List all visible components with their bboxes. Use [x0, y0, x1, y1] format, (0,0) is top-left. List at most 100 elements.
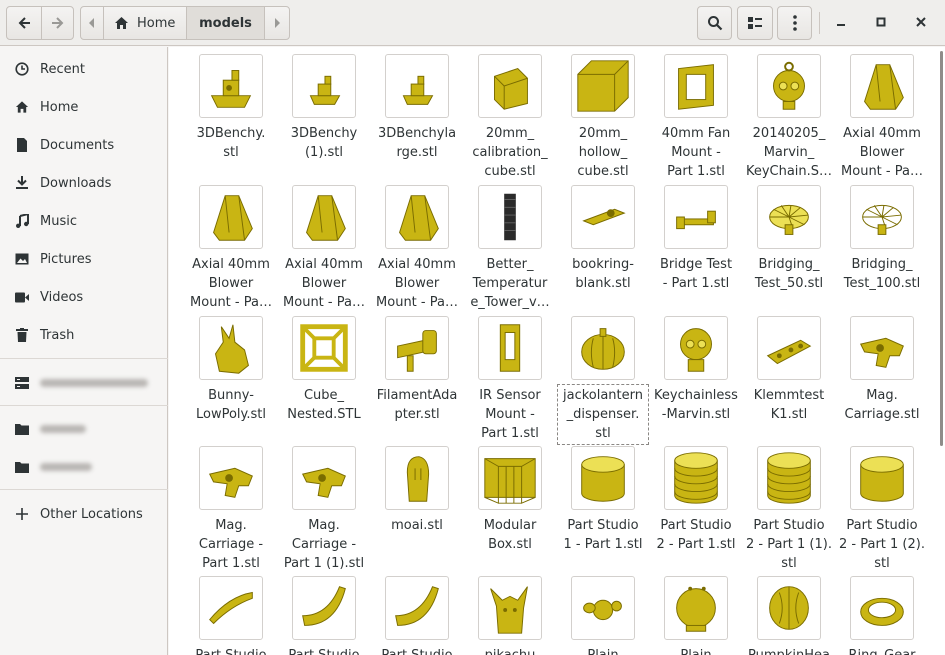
file-name: Axial 40mm Blower Mount - Pa…	[190, 257, 272, 310]
chevron-right-icon	[273, 18, 281, 28]
sidebar-item-videos[interactable]: Videos	[0, 279, 168, 315]
forward-button[interactable]	[41, 6, 74, 40]
file-thumbnail	[385, 316, 449, 380]
scrollbar[interactable]	[940, 51, 943, 446]
sidebar-item-label: Documents	[40, 137, 115, 153]
file-item[interactable]: Mag. Carriage - Part 1 (1).stl	[280, 446, 368, 573]
file-item[interactable]: PumpkinHea	[745, 576, 833, 655]
breadcrumb-scroll-right[interactable]	[264, 6, 290, 40]
file-item[interactable]: Bridging_ Test_50.stl	[745, 185, 833, 293]
file-item[interactable]: Klemmtest K1.stl	[745, 316, 833, 424]
model-boat-icon	[210, 70, 252, 108]
file-item[interactable]: Axial 40mm Blower Mount - Pa…	[838, 54, 926, 181]
file-item[interactable]: Part Studio 2 - Part 1 (2). stl	[838, 446, 926, 573]
file-item[interactable]: Mag. Carriage - Part 1.stl	[187, 446, 275, 573]
file-item[interactable]: Part Studio	[373, 576, 461, 655]
file-name: Axial 40mm Blower Mount - Pa…	[841, 126, 923, 179]
menu-button[interactable]	[777, 6, 812, 40]
file-item[interactable]: Keychainless -Marvin.stl	[652, 316, 740, 424]
sidebar-item-recent[interactable]: Recent	[0, 51, 168, 87]
header-separator	[819, 12, 820, 34]
file-item[interactable]: Better_ Temperatur e_Tower_v…	[466, 185, 554, 312]
sidebar-item-bookmark-1[interactable]	[0, 411, 168, 447]
file-item[interactable]: pikachu	[466, 576, 554, 655]
file-thumbnail	[850, 185, 914, 249]
back-button[interactable]	[6, 6, 42, 40]
file-name: PumpkinHea	[745, 646, 833, 655]
file-name: Cube_ Nested.STL	[287, 388, 361, 422]
file-item[interactable]: Cube_ Nested.STL	[280, 316, 368, 424]
file-item[interactable]: 20mm_ hollow_ cube.stl	[559, 54, 647, 181]
sidebar-item-trash[interactable]: Trash	[0, 317, 168, 353]
sidebar-item-other-locations[interactable]: Other Locations	[0, 496, 168, 532]
sidebar-item-downloads[interactable]: Downloads	[0, 165, 168, 201]
file-item[interactable]: Part Studio	[187, 576, 275, 655]
file-thumbnail	[385, 446, 449, 510]
file-item[interactable]: 3DBenchyla rge.stl	[373, 54, 461, 162]
sidebar-item-documents[interactable]: Documents	[0, 127, 168, 163]
file-thumbnail	[385, 576, 449, 640]
redacted-drive-label	[40, 379, 148, 387]
close-icon	[916, 16, 926, 31]
go-forward-icon	[51, 16, 65, 30]
file-thumbnail	[850, 316, 914, 380]
sidebar-item-music[interactable]: Music	[0, 203, 168, 239]
file-item[interactable]: Axial 40mm Blower Mount - Pa…	[280, 185, 368, 312]
file-name: Ring_Gear	[838, 646, 926, 655]
maximize-button[interactable]	[868, 10, 894, 36]
file-item[interactable]: Mag. Carriage.stl	[838, 316, 926, 424]
file-item[interactable]: Modular Box.stl	[466, 446, 554, 554]
file-name: 20mm_ hollow_ cube.stl	[577, 126, 629, 179]
file-item[interactable]: Bridge Test - Part 1.stl	[652, 185, 740, 293]
file-thumbnail	[664, 54, 728, 118]
model-bridge-icon	[676, 210, 716, 230]
file-item[interactable]: Ring_Gear	[838, 576, 926, 655]
file-item[interactable]: Plain	[652, 576, 740, 655]
file-item[interactable]: Part Studio	[280, 576, 368, 655]
sidebar-item-label: Downloads	[40, 175, 112, 191]
file-item[interactable]: jackolantern _dispenser. stl	[557, 316, 649, 445]
breadcrumb-current[interactable]: models	[186, 6, 265, 40]
file-item[interactable]: FilamentAda pter.stl	[373, 316, 461, 424]
model-carriage-icon	[859, 337, 904, 368]
file-item[interactable]: bookring- blank.stl	[559, 185, 647, 293]
model-boat-small-icon	[309, 75, 341, 105]
model-ring-blank-icon	[582, 208, 626, 226]
home-icon	[14, 99, 30, 115]
file-item[interactable]: Axial 40mm Blower Mount - Pa…	[373, 185, 461, 312]
file-item[interactable]: Axial 40mm Blower Mount - Pa…	[187, 185, 275, 312]
model-fan-light-icon	[862, 204, 902, 235]
file-thumbnail	[292, 446, 356, 510]
model-nested-icon	[300, 324, 348, 372]
minimize-button[interactable]	[828, 10, 854, 36]
file-item[interactable]: IR Sensor Mount - Part 1.stl	[466, 316, 554, 443]
file-item[interactable]: 20140205_ Marvin_ KeyChain.S…	[745, 54, 833, 181]
file-item[interactable]: 20mm_ calibration_ cube.stl	[466, 54, 554, 181]
file-item[interactable]: Part Studio 2 - Part 1 (1). stl	[745, 446, 833, 573]
file-thumbnail	[571, 316, 635, 380]
file-item[interactable]: 3DBenchy (1).stl	[280, 54, 368, 162]
file-item[interactable]: moai.stl	[373, 446, 461, 535]
file-grid[interactable]: 3DBenchy. stl 3DBenchy (1).stl 3DBenchyla …	[169, 47, 945, 655]
file-item[interactable]: 40mm Fan Mount - Part 1.stl	[652, 54, 740, 181]
file-item[interactable]: 3DBenchy. stl	[187, 54, 275, 162]
view-toggle-button[interactable]	[737, 6, 773, 40]
file-item[interactable]: Bridging_ Test_100.stl	[838, 185, 926, 293]
sidebar-item-home[interactable]: Home	[0, 89, 168, 125]
file-item[interactable]: Bunny- LowPoly.stl	[187, 316, 275, 424]
file-thumbnail	[850, 54, 914, 118]
redacted-bookmark-label	[40, 463, 92, 471]
close-button[interactable]	[908, 10, 934, 36]
file-item[interactable]: Part Studio 1 - Part 1.stl	[559, 446, 647, 554]
sidebar-item-pictures[interactable]: Pictures	[0, 241, 168, 277]
breadcrumb-home[interactable]: Home	[103, 6, 187, 40]
model-cube-icon	[494, 68, 528, 110]
sidebar-item-drive[interactable]	[0, 365, 168, 401]
file-item[interactable]: Plain	[559, 576, 647, 655]
sidebar-item-bookmark-2[interactable]	[0, 449, 168, 485]
file-name: FilamentAda pter.stl	[376, 388, 458, 422]
search-button[interactable]	[697, 6, 732, 40]
breadcrumb-scroll-left[interactable]	[80, 6, 104, 40]
drive-icon	[14, 375, 30, 391]
file-item[interactable]: Part Studio 2 - Part 1.stl	[652, 446, 740, 554]
